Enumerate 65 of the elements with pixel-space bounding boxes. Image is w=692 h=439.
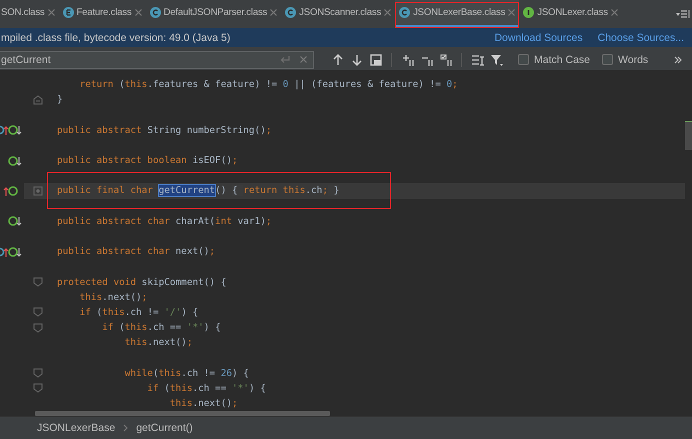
class-icon [399, 7, 410, 18]
fold-icon[interactable] [33, 307, 43, 318]
editor-tab[interactable]: SON.class [0, 0, 59, 28]
enter-icon [280, 56, 290, 64]
enum-icon [62, 7, 74, 18]
code-line: public abstract char charAt(int var1); [57, 216, 272, 227]
close-icon[interactable] [610, 9, 618, 16]
gutter-marker-icon[interactable] [0, 124, 22, 136]
code-line: this.next(); [168, 398, 238, 410]
breadcrumb[interactable]: getCurrent() [136, 422, 193, 434]
funnel-icon[interactable] [490, 54, 502, 66]
fold-icon[interactable] [33, 277, 43, 288]
gutter-marker-icon[interactable] [0, 246, 22, 258]
code-line: protected void skipComment() { [57, 276, 226, 288]
window-icon[interactable] [370, 54, 382, 66]
sources-link[interactable]: Choose Sources... [598, 32, 684, 44]
add-occurrence-icon[interactable] [402, 54, 414, 66]
code-line: } [57, 94, 63, 106]
sources-link[interactable]: Download Sources [494, 32, 583, 44]
editor-tab[interactable]: JSONLexer.class [519, 0, 622, 28]
filter-lines-icon[interactable] [472, 54, 484, 66]
code-line: public abstract boolean isEOF(); [57, 155, 238, 166]
code-line: public final char getCurrent() { return this.ch; } [57, 185, 340, 196]
checkbox[interactable] [602, 54, 614, 65]
expand-icon[interactable] [33, 186, 43, 196]
editor-tab[interactable]: Feature.class [58, 0, 146, 28]
code-line: public abstract String numberString(); [57, 124, 272, 136]
arrow-down-icon[interactable] [350, 54, 362, 66]
horizontal-scrollbar[interactable] [35, 411, 330, 416]
tab-list-icon[interactable] [676, 9, 690, 19]
search-field[interactable]: getCurrent [0, 50, 314, 68]
code-line: while(this.ch != 26) { [124, 368, 249, 379]
select-all-occurrences-icon[interactable] [440, 54, 452, 66]
breadcrumb[interactable]: JSONLexerBase [37, 422, 116, 434]
code-line: return (this.features & feature) != 0 || (features & feature) != 0; [78, 79, 458, 90]
decompiled-notice: mpiled .class file, bytecode version: 49.0 (Java 5) [1, 32, 232, 44]
vertical-scrollbar[interactable] [685, 121, 692, 150]
class-icon [285, 7, 296, 18]
class-icon [150, 7, 161, 18]
close-icon[interactable] [270, 9, 278, 16]
code-line: this.next(); [124, 337, 192, 348]
chevron-icon [123, 424, 128, 432]
code-line: this.next(); [78, 292, 148, 303]
code-line: public abstract char next(); [57, 246, 216, 258]
code-line: if (this.ch == '*') { [101, 322, 221, 334]
close-icon[interactable] [384, 9, 392, 16]
interface-icon [523, 7, 534, 18]
checkbox-label[interactable]: Words [618, 54, 648, 66]
code-line: if (this.ch == '*') { [146, 382, 266, 394]
editor-tab[interactable]: JSONScanner.class [281, 0, 396, 28]
double-chevron-icon[interactable] [674, 56, 682, 64]
fold-icon[interactable] [33, 368, 43, 378]
close-icon[interactable] [300, 56, 307, 63]
editor-tab[interactable]: DefaultJSONParser.class [146, 0, 282, 28]
checkbox[interactable] [518, 54, 529, 65]
close-icon[interactable] [48, 9, 55, 16]
checkbox-label[interactable]: Match Case [534, 54, 590, 66]
code-line: if (this.ch != '/') { [78, 306, 198, 318]
fold-icon[interactable] [33, 94, 43, 105]
arrow-up-icon[interactable] [332, 54, 344, 66]
fold-icon[interactable] [33, 383, 43, 394]
fold-icon[interactable] [33, 322, 43, 333]
close-icon[interactable] [508, 9, 516, 16]
editor-tab[interactable]: JSONLexerBase.class [395, 0, 520, 28]
close-icon[interactable] [134, 9, 142, 16]
